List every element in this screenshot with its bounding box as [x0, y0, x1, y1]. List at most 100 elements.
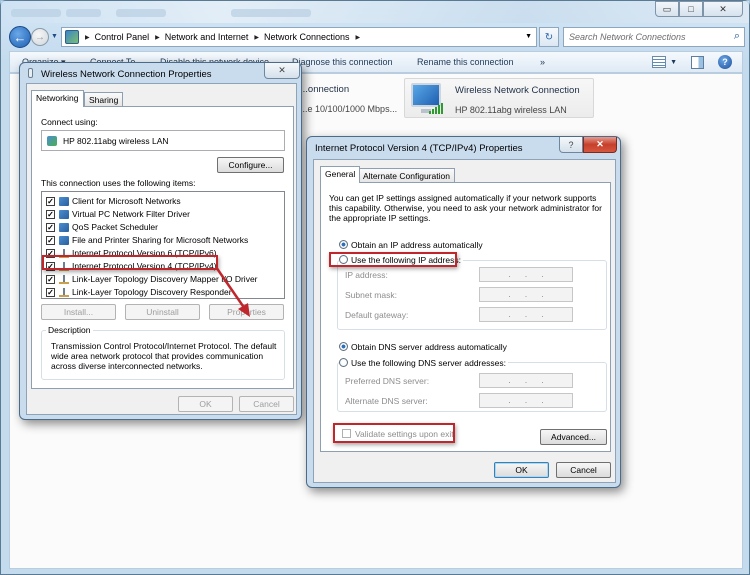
subnet-mask-label: Subnet mask:	[345, 290, 397, 300]
use-following-dns-radio[interactable]: Use the following DNS server addresses:	[339, 358, 508, 368]
recent-pages-dropdown[interactable]: ▼	[51, 33, 58, 40]
address-dropdown-icon[interactable]: ▼	[525, 33, 532, 40]
default-gateway-input[interactable]: ...	[479, 307, 573, 322]
window-controls: ▭ □ ✕	[655, 1, 743, 17]
tab-general[interactable]: General	[320, 166, 361, 183]
list-item-label: QoS Packet Scheduler	[72, 222, 158, 232]
breadcrumb-control-panel[interactable]: Control Panel	[95, 32, 150, 42]
network-client-icon	[59, 196, 69, 206]
checkbox-icon[interactable]: ✓	[46, 196, 55, 206]
change-view-icon[interactable]	[652, 56, 667, 68]
list-item-label: Link-Layer Topology Discovery Responder	[72, 287, 232, 297]
radio-selected-icon	[339, 240, 348, 249]
more-commands-button[interactable]: »	[540, 57, 545, 67]
list-item[interactable]: ✓ File and Printer Sharing for Microsoft …	[46, 234, 248, 246]
network-service-icon	[59, 235, 69, 245]
tab-alternate-configuration[interactable]: Alternate Configuration	[358, 168, 455, 183]
minimize-button[interactable]: ▭	[655, 1, 679, 17]
connection-subtitle: ...e 10/100/1000 Mbps...	[300, 104, 398, 114]
network-service-icon	[59, 222, 69, 232]
obtain-ip-auto-radio[interactable]: Obtain an IP address automatically	[339, 240, 483, 250]
annotation-arrow-icon	[214, 266, 250, 317]
install-button[interactable]: Install...	[41, 304, 116, 320]
ip-address-input[interactable]: ...	[479, 267, 573, 282]
refresh-button[interactable]: ↻	[539, 27, 559, 47]
diagnose-connection-button[interactable]: Diagnose this connection	[292, 57, 393, 67]
back-button[interactable]: ←	[9, 26, 31, 48]
rename-connection-button[interactable]: Rename this connection	[417, 57, 514, 67]
ok-button[interactable]: OK	[494, 462, 549, 478]
alternate-dns-input[interactable]: ...	[479, 393, 573, 408]
tab-sharing[interactable]: Sharing	[84, 92, 124, 107]
checkbox-icon[interactable]: ✓	[46, 222, 55, 232]
preferred-dns-label: Preferred DNS server:	[345, 376, 430, 386]
subnet-mask-input[interactable]: ...	[479, 287, 573, 302]
search-input[interactable]: Search Network Connections ⌕	[563, 27, 745, 47]
wireless-adapter-icon	[28, 68, 33, 78]
close-button[interactable]: ✕	[264, 63, 300, 79]
protocol-icon	[59, 287, 69, 297]
help-button[interactable]: ?	[559, 137, 583, 153]
list-item-label: File and Printer Sharing for Microsoft N…	[72, 235, 249, 245]
forward-button[interactable]: →	[31, 28, 49, 46]
uninstall-button[interactable]: Uninstall	[125, 304, 200, 320]
networking-panel: Connect using: HP 802.11abg wireless LAN…	[31, 106, 294, 389]
advanced-button[interactable]: Advanced...	[540, 429, 607, 445]
radio-label: Obtain DNS server address automatically	[351, 342, 507, 352]
checkbox-icon[interactable]: ✓	[46, 235, 55, 245]
list-item-label: Client for Microsoft Networks	[72, 196, 181, 206]
connection-title: Wireless Network Connection	[455, 85, 580, 96]
list-item[interactable]: ✓ Virtual PC Network Filter Driver	[46, 208, 190, 220]
radio-selected-icon	[339, 342, 348, 351]
maximize-button[interactable]: □	[679, 1, 703, 17]
title-bar	[1, 1, 749, 23]
general-panel: You can get IP settings assigned automat…	[320, 182, 611, 452]
adapter-name: HP 802.11abg wireless LAN	[63, 136, 169, 146]
refresh-icon: ↻	[544, 31, 554, 43]
forward-arrow-icon: →	[35, 31, 45, 43]
ok-button[interactable]: OK	[178, 396, 233, 412]
checkbox-icon[interactable]: ✓	[46, 274, 55, 284]
preferred-dns-input[interactable]: ...	[479, 373, 573, 388]
list-item[interactable]: ✓ Client for Microsoft Networks	[46, 195, 181, 207]
network-service-icon	[59, 209, 69, 219]
configure-button[interactable]: Configure...	[217, 157, 284, 173]
adapter-icon	[47, 136, 57, 146]
connection-tile-wireless[interactable]: Wireless Network Connection HP 802.11abg…	[404, 78, 594, 118]
checkbox-icon[interactable]: ✓	[46, 209, 55, 219]
blurred-bookmark	[66, 9, 101, 17]
alternate-dns-label: Alternate DNS server:	[345, 396, 428, 406]
breadcrumb-network-and-internet[interactable]: Network and Internet	[165, 32, 249, 42]
close-button[interactable]: ✕	[583, 137, 617, 153]
cancel-button[interactable]: Cancel	[556, 462, 611, 478]
checkbox-icon[interactable]: ✓	[46, 287, 55, 297]
address-bar[interactable]: ▶ Control Panel ▶ Network and Internet ▶…	[61, 27, 537, 47]
blurred-bookmark	[11, 9, 61, 17]
breadcrumb-separator-icon[interactable]: ▶	[155, 34, 160, 41]
list-item-label: Virtual PC Network Filter Driver	[72, 209, 190, 219]
breadcrumb-separator-icon[interactable]: ▶	[254, 34, 259, 41]
preview-pane-icon[interactable]	[691, 55, 704, 69]
static-ip-group: IP address: ... Subnet mask: ... Default…	[337, 260, 607, 330]
obtain-dns-auto-radio[interactable]: Obtain DNS server address automatically	[339, 342, 507, 352]
description-text: Transmission Control Protocol/Internet P…	[51, 341, 277, 371]
breadcrumb-separator-icon[interactable]: ▶	[85, 34, 90, 41]
dialog-title: Wireless Network Connection Properties	[41, 69, 212, 80]
cancel-button[interactable]: Cancel	[239, 396, 294, 412]
ip-address-label: IP address:	[345, 270, 388, 280]
annotation-highlight-ipv4	[42, 255, 218, 270]
wireless-properties-dialog: Wireless Network Connection Properties ✕…	[19, 62, 302, 420]
intro-text: You can get IP settings assigned automat…	[329, 193, 602, 223]
items-label: This connection uses the following items…	[41, 178, 196, 188]
help-icon[interactable]: ?	[718, 55, 732, 69]
list-item[interactable]: ✓ Link-Layer Topology Discovery Responder	[46, 286, 232, 298]
view-dropdown-icon[interactable]: ▼	[670, 59, 677, 66]
tab-networking[interactable]: Networking	[31, 90, 84, 107]
search-icon[interactable]: ⌕	[734, 30, 740, 43]
breadcrumb-separator-icon[interactable]: ▶	[356, 34, 361, 41]
list-item[interactable]: ✓ QoS Packet Scheduler	[46, 221, 158, 233]
dialog-title: Internet Protocol Version 4 (TCP/IPv4) P…	[315, 143, 523, 154]
close-button[interactable]: ✕	[703, 1, 743, 17]
annotation-highlight-validate	[333, 423, 455, 443]
breadcrumb-network-connections[interactable]: Network Connections	[264, 32, 350, 42]
